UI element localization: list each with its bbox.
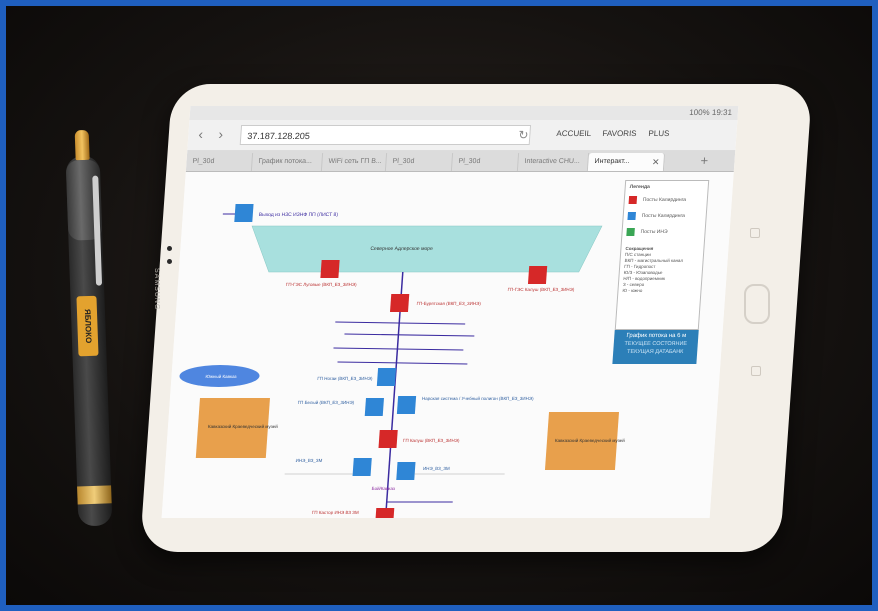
lower-red-post[interactable] bbox=[378, 430, 398, 448]
recent-apps-icon[interactable] bbox=[750, 228, 760, 238]
tab-4[interactable]: Pl_30d bbox=[385, 153, 454, 171]
left-block-label: Кавказский Краеведческий музей bbox=[208, 423, 279, 429]
right-lower-label: Нарская система / Учебный полигон (ВКП_Е… bbox=[422, 395, 535, 401]
device-brand: SAMSUNG bbox=[153, 268, 160, 311]
flow-chart-button-label: График потока на 6 м bbox=[626, 333, 687, 339]
tab-1[interactable]: Pl_30d bbox=[185, 153, 254, 171]
right-pair-label: ИНЭ_ВЗ_ЗМ bbox=[423, 466, 450, 471]
branch-3 bbox=[333, 347, 464, 351]
legend-panel: Легенда Посты Калирдинга Посты Калирдинг… bbox=[614, 180, 710, 330]
legend-text-3: Посты ИНЭ bbox=[640, 229, 668, 235]
flow-chart-button-sub: ТЕКУЩЕЕ СОСТОЯНИЕ ТЕКУЩАЯ ДАТАБАНК bbox=[624, 341, 688, 355]
battery-clock: 100% 19:31 bbox=[688, 108, 733, 117]
legend-row-3: Посты ИНЭ bbox=[626, 226, 705, 242]
legend-title: Легенда bbox=[629, 184, 651, 190]
new-tab-icon[interactable]: + bbox=[700, 152, 709, 170]
camera-dot bbox=[167, 246, 172, 251]
right-block-label: Кавказский Краеведческий музей bbox=[555, 437, 626, 443]
status-bar: 100% 19:31 bbox=[189, 106, 739, 120]
tab-6[interactable]: Interactive CHU... bbox=[517, 153, 590, 171]
pen: ЯБЛОКО bbox=[65, 129, 113, 527]
bottom-station-label: ГП Кастор ИНЭ ВЗ ЗМ bbox=[312, 510, 359, 515]
middle-blue-post[interactable] bbox=[376, 368, 397, 386]
pen-label: ЯБЛОКО bbox=[76, 295, 99, 357]
legend-swatch-red bbox=[628, 196, 638, 204]
address-bar: ‹ › 37.187.128.205 ↻ ACCUEIL FAVORIS PLU… bbox=[187, 120, 738, 151]
pen-tip bbox=[74, 129, 90, 161]
reload-icon[interactable]: ↻ bbox=[518, 128, 529, 142]
tab-active[interactable]: Интеракт... ✕ bbox=[587, 153, 666, 171]
left-lower-blue-post[interactable] bbox=[364, 398, 384, 416]
bottom-red-post[interactable] bbox=[375, 508, 395, 518]
left-station-label: ГП-ГЭС Луговые (ВКП_ЕЗ_3ИНЭ) bbox=[286, 282, 357, 287]
menu-plus[interactable]: PLUS bbox=[648, 129, 670, 138]
branch-2 bbox=[344, 333, 475, 337]
photo-frame: ЯБЛОКО SAMSUNG 100% 19:31 ‹ › 37.187.128… bbox=[0, 0, 878, 611]
photo-background: ЯБЛОКО SAMSUNG 100% 19:31 ‹ › 37.187.128… bbox=[6, 6, 872, 605]
legend-text-2: Посты Калирдинга bbox=[641, 213, 686, 219]
legend-row-2: Посты Калирдинга bbox=[627, 210, 706, 226]
back-icon[interactable] bbox=[751, 366, 761, 376]
url-input[interactable]: 37.187.128.205 bbox=[239, 125, 532, 145]
bottom-label: Бой/Кавказ bbox=[371, 485, 395, 491]
tab-5[interactable]: Pl_30d bbox=[451, 153, 520, 171]
left-red-post[interactable] bbox=[320, 260, 340, 278]
tab-strip: Pl_30d График потока... WiFi сеть ГП В..… bbox=[185, 151, 736, 172]
flow-chart-button[interactable]: График потока на 6 м ТЕКУЩЕЕ СОСТОЯНИЕ Т… bbox=[612, 330, 699, 364]
ellipse-label: Южный Кавказ bbox=[205, 373, 237, 379]
pen-band bbox=[77, 485, 112, 505]
right-station-label: ГП-ГЭС Калуш (ВКП_ЕЗ_3ИНЭ) bbox=[507, 287, 575, 292]
branch-1 bbox=[335, 321, 466, 325]
header-blue-post[interactable] bbox=[234, 204, 254, 222]
header-text: Выход из НЗС ИЗНФ ПП (ЛИСТ 8) bbox=[259, 212, 339, 218]
home-button[interactable] bbox=[744, 284, 770, 324]
right-pair-post[interactable] bbox=[396, 462, 416, 480]
back-arrow-icon[interactable]: ‹ bbox=[198, 126, 213, 142]
middle-blue-label: ГП Ногаи (ВКП_ЕЗ_3ИНЭ) bbox=[317, 376, 373, 381]
tab-2[interactable]: График потока... bbox=[251, 153, 324, 171]
tablet-screen: 100% 19:31 ‹ › 37.187.128.205 ↻ ACCUEIL … bbox=[161, 106, 739, 518]
left-pair-label: ИНЭ_ВЗ_ЗМ bbox=[295, 458, 322, 463]
branch-4 bbox=[337, 361, 468, 365]
legend-swatch-green bbox=[626, 228, 635, 236]
right-red-post[interactable] bbox=[527, 266, 548, 284]
legend-abbreviations: Сокращения П/С станции ВКП - магистральн… bbox=[622, 246, 703, 294]
center-station-label: ГП-Бурятская (ВКП_ЕЗ_3ИНЭ) bbox=[416, 301, 481, 306]
tab-3[interactable]: WiFi сеть ГП В... bbox=[321, 153, 388, 171]
center-red-post[interactable] bbox=[390, 294, 410, 312]
legend-text-1: Посты Калирдинга bbox=[642, 197, 687, 203]
forward-arrow-icon[interactable]: › bbox=[218, 126, 233, 142]
left-pair-post[interactable] bbox=[352, 458, 372, 476]
right-lower-blue-post[interactable] bbox=[396, 396, 417, 414]
menu-favoris[interactable]: FAVORIS bbox=[602, 129, 637, 138]
diagram-canvas: Выход из НЗС ИЗНФ ПП (ЛИСТ 8) Северное А… bbox=[161, 172, 734, 518]
lower-red-label: ГП Калуш (ВКП_ЕЗ_3ИНЭ) bbox=[403, 438, 460, 443]
tab-active-label: Интеракт... bbox=[594, 158, 630, 165]
left-lower-label: ГП Белый (ВКП_ЕЗ_3ИНЭ) bbox=[297, 399, 354, 405]
sensor-dot bbox=[167, 259, 172, 264]
legend-swatch-blue bbox=[627, 212, 636, 220]
legend-row-1: Посты Калирдинга bbox=[628, 194, 707, 210]
tab-close-icon[interactable]: ✕ bbox=[651, 153, 660, 171]
abbrev-7: Ю - южно bbox=[622, 288, 643, 293]
pool-label: Северное Адлерское море bbox=[370, 246, 433, 252]
menu-accueil[interactable]: ACCUEIL bbox=[556, 129, 591, 138]
